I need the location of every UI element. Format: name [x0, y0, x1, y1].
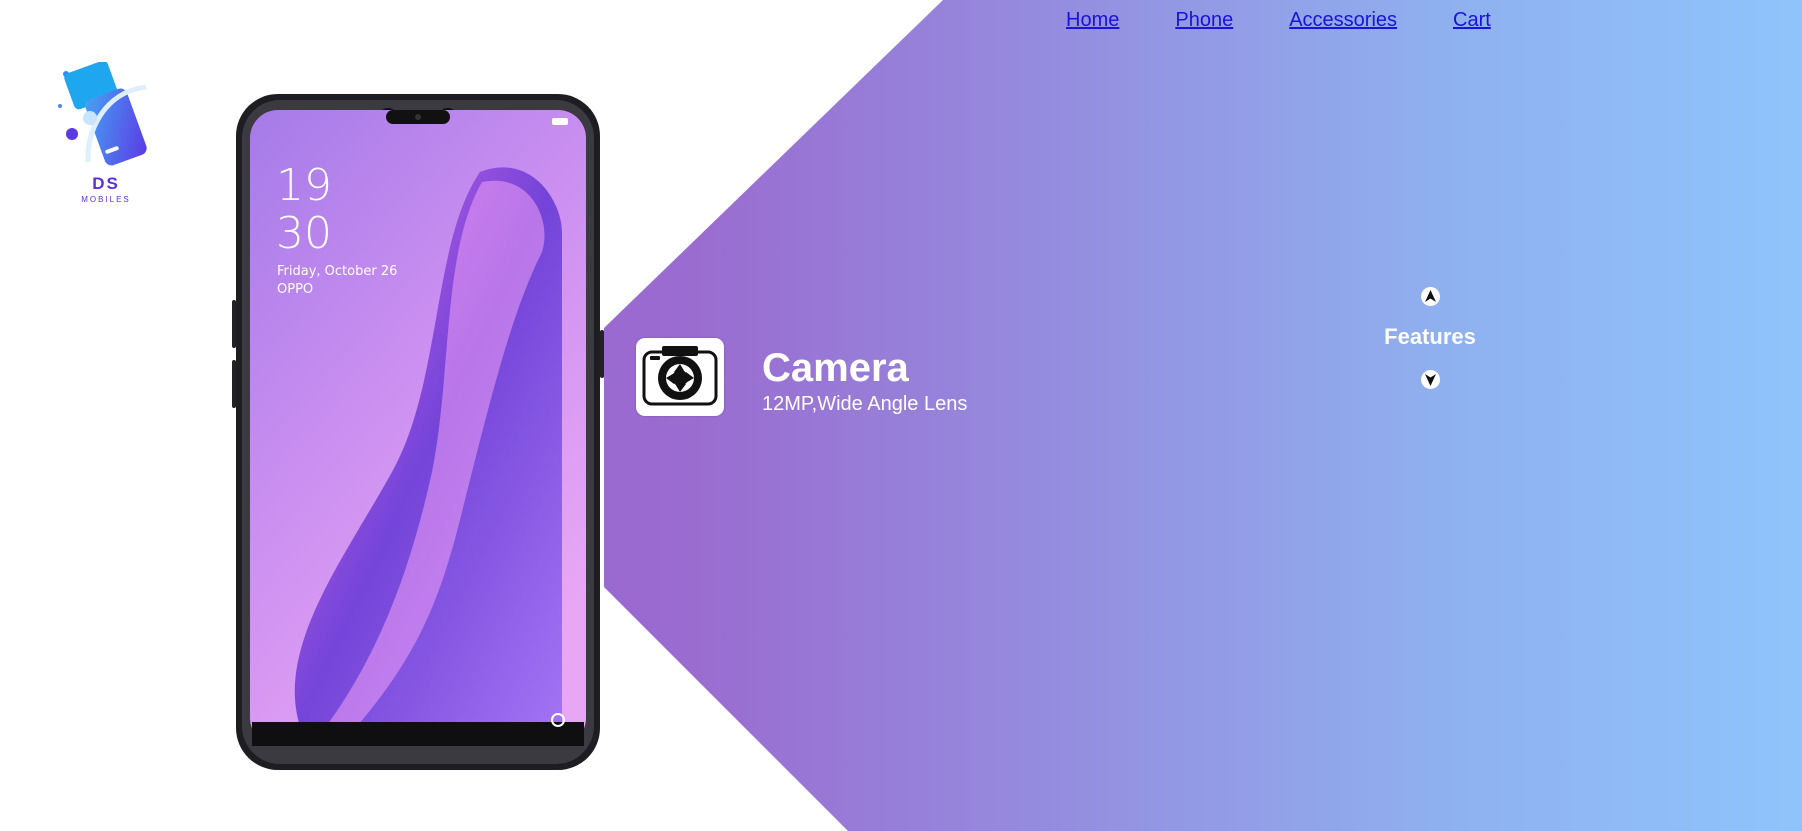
arrow-up-icon: [1425, 290, 1436, 302]
phone-logo-icon: [58, 60, 147, 166]
features-next-button[interactable]: [1421, 370, 1440, 389]
lockscreen-date: Friday, October 26: [277, 264, 398, 279]
features-label: Features: [1384, 324, 1476, 349]
nav-phone-link[interactable]: Phone: [1175, 9, 1233, 32]
nav-home-link[interactable]: Home: [1066, 9, 1119, 32]
feature-title: Camera: [762, 346, 909, 390]
phone-product-image: 19 30 Friday, October 26 OPPO: [232, 92, 604, 774]
arrow-down-icon: [1425, 374, 1436, 386]
brand-logo[interactable]: DS MOBILES: [58, 60, 154, 212]
lockscreen-minute: 30: [276, 208, 332, 259]
logo-subtitle: MOBILES: [81, 195, 131, 204]
logo-title: DS: [92, 174, 120, 193]
top-navigation: Home Phone Accessories Cart: [1066, 9, 1547, 32]
lockscreen-brand: OPPO: [277, 282, 314, 297]
camera-icon: [636, 338, 724, 416]
nav-accessories-link[interactable]: Accessories: [1289, 9, 1397, 32]
feature-description: 12MP,Wide Angle Lens: [762, 393, 968, 415]
nav-cart-link[interactable]: Cart: [1453, 9, 1491, 32]
features-previous-button[interactable]: [1421, 287, 1440, 306]
lockscreen-hour: 19: [276, 160, 332, 211]
